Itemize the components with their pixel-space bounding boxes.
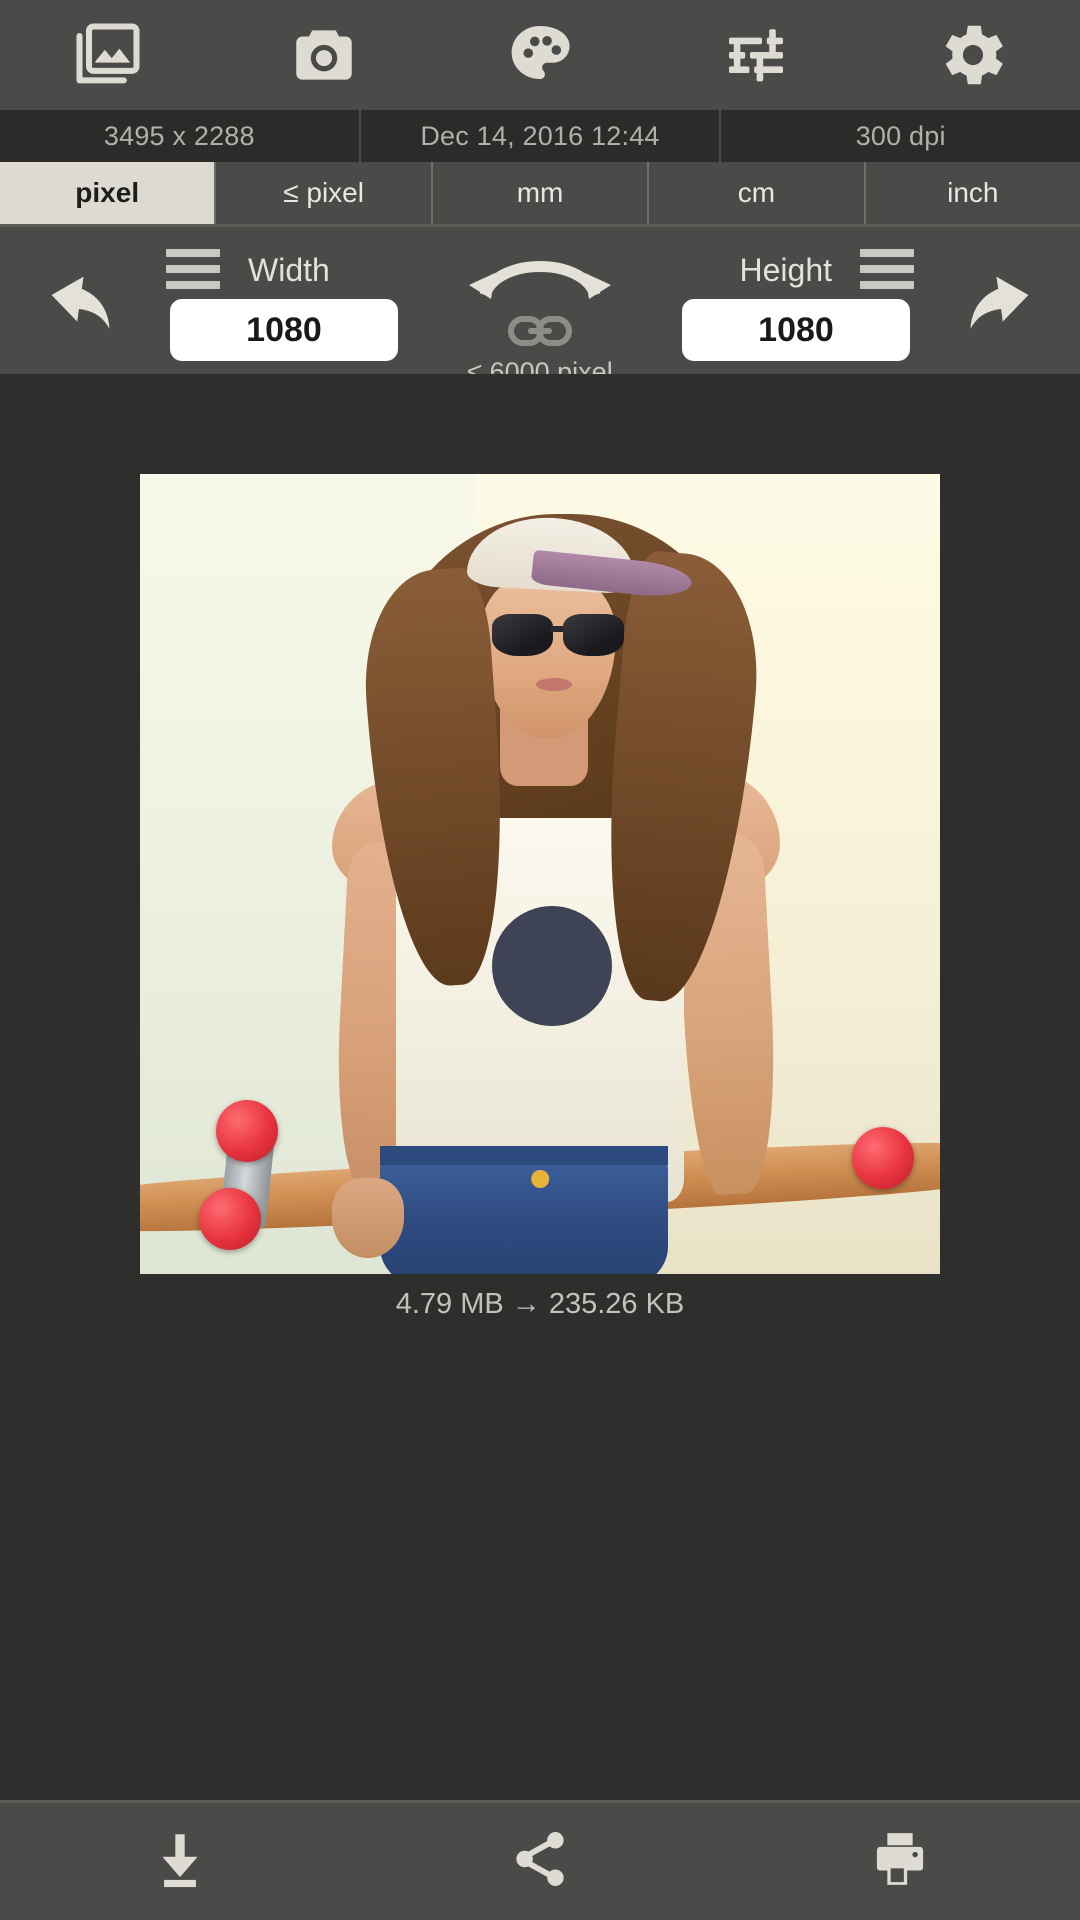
- image-resizer-app: 3495 x 2288 Dec 14, 2016 12:44 300 dpi p…: [0, 0, 1080, 1920]
- gallery-icon: [70, 17, 146, 93]
- filesize-label: 4.79 MB → 235.26 KB: [395, 1288, 685, 1320]
- palette-icon: [503, 18, 577, 92]
- tab-max-pixel[interactable]: ≤ pixel: [214, 162, 431, 224]
- bottom-toolbar: [0, 1800, 1080, 1920]
- image-date: Dec 14, 2016 12:44: [358, 110, 720, 162]
- camera-button[interactable]: [216, 0, 432, 110]
- gear-icon: [933, 16, 1011, 94]
- preview-canvas: 4.79 MB → 235.26 KB: [0, 374, 1080, 1800]
- undo-button[interactable]: [22, 267, 142, 357]
- redo-button[interactable]: [938, 267, 1058, 357]
- tab-pixel[interactable]: pixel: [0, 162, 215, 224]
- top-toolbar: [0, 0, 1080, 110]
- settings-button[interactable]: [864, 0, 1080, 110]
- preview-image[interactable]: [140, 474, 940, 1274]
- tune-button[interactable]: [648, 0, 864, 110]
- share-button[interactable]: [360, 1802, 720, 1920]
- camera-icon: [287, 18, 361, 92]
- preview-wrapper: 4.79 MB → 235.26 KB: [140, 474, 940, 1321]
- height-label: Height: [739, 252, 833, 288]
- link-chain-icon: [508, 313, 572, 354]
- undo-arrow-icon: [39, 271, 125, 354]
- resize-panel: Width Height 1080 1080 ≤ 6000 pixel: [0, 224, 1080, 387]
- tab-mm[interactable]: mm: [430, 162, 648, 224]
- image-info-strip: 3495 x 2288 Dec 14, 2016 12:44 300 dpi: [0, 110, 1080, 162]
- redo-arrow-icon: [955, 271, 1041, 354]
- share-nodes-icon: [507, 1826, 573, 1897]
- unit-tabs: pixel ≤ pixel mm cm inch: [0, 162, 1080, 224]
- gallery-button[interactable]: [0, 0, 216, 110]
- aspect-ratio-link-button[interactable]: [505, 313, 575, 353]
- printer-icon: [867, 1826, 933, 1897]
- height-menu-button[interactable]: [860, 249, 914, 289]
- print-button[interactable]: [720, 1802, 1080, 1920]
- palette-button[interactable]: [432, 0, 648, 110]
- width-menu-button[interactable]: [166, 249, 220, 289]
- tab-cm[interactable]: cm: [647, 162, 864, 224]
- photo-person: [140, 474, 940, 1274]
- swap-arrows-icon: [455, 261, 625, 307]
- tune-sliders-icon: [720, 19, 792, 91]
- image-dpi: 300 dpi: [719, 110, 1080, 162]
- swap-dimensions-button[interactable]: [455, 239, 625, 303]
- download-save-icon: [147, 1826, 213, 1897]
- width-label: Width: [248, 252, 330, 288]
- photo-sunglasses: [492, 614, 624, 656]
- image-dimensions: 3495 x 2288: [103, 120, 255, 151]
- save-button[interactable]: [0, 1802, 360, 1920]
- width-input[interactable]: 1080: [170, 299, 398, 361]
- tab-inch[interactable]: inch: [863, 162, 1080, 224]
- height-input[interactable]: 1080: [682, 299, 910, 361]
